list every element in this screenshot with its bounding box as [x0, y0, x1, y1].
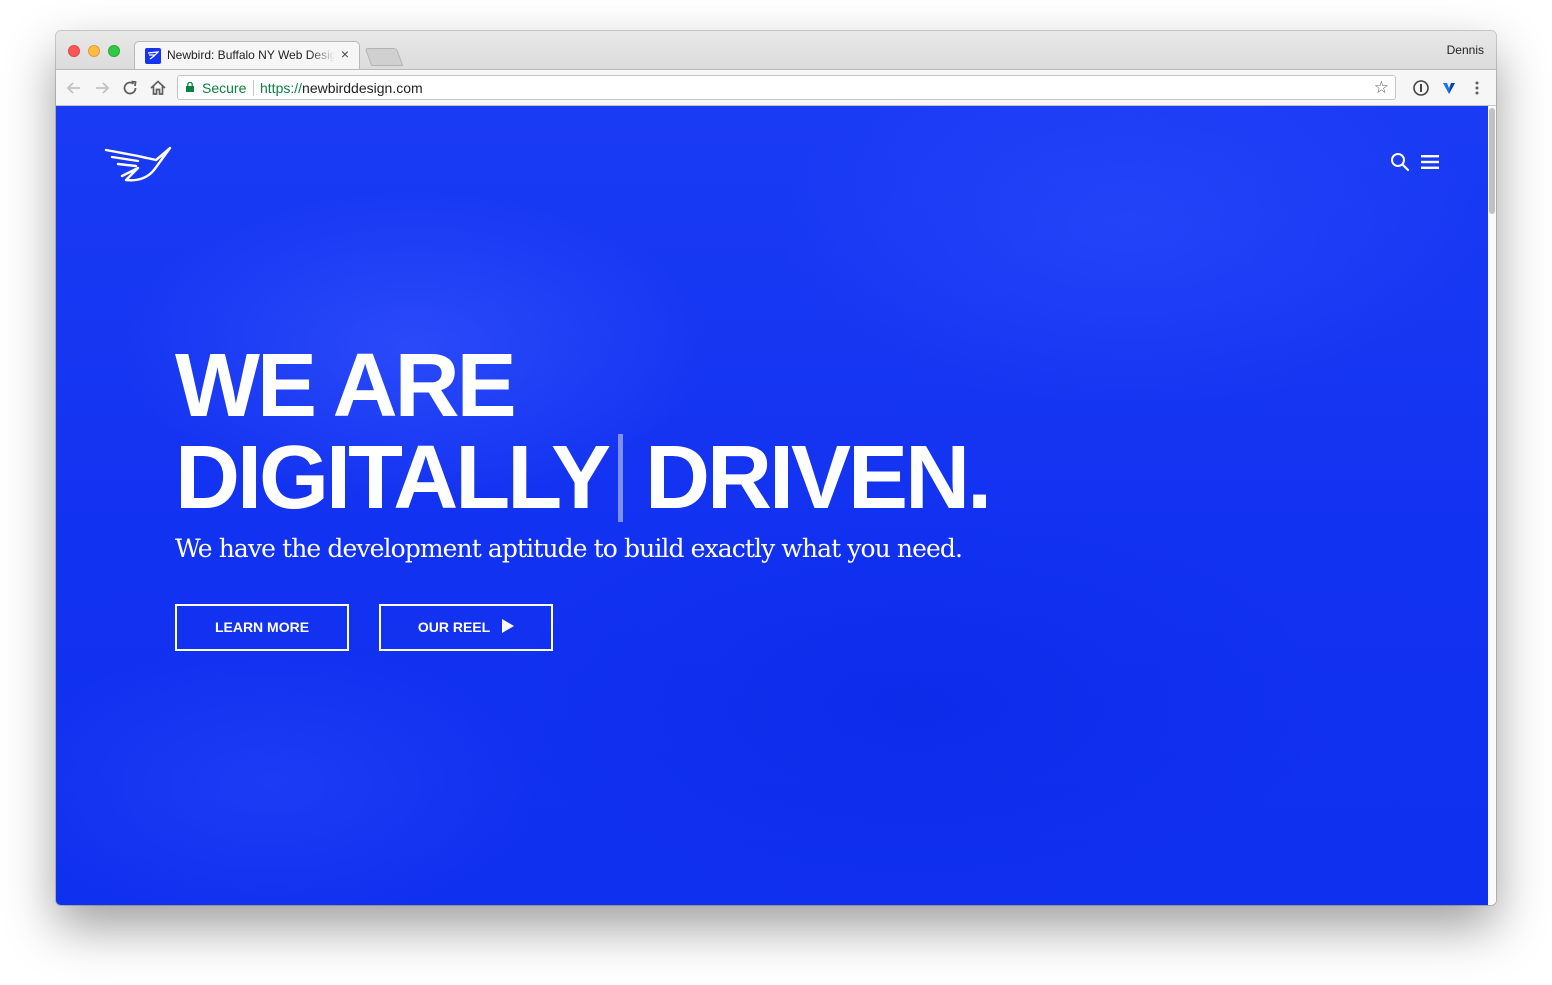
learn-more-button[interactable]: LEARN MORE: [175, 604, 349, 651]
new-tab-button[interactable]: [364, 48, 404, 66]
reload-icon[interactable]: [120, 78, 140, 98]
omnibox-divider: [253, 80, 254, 96]
title-bar: Newbird: Buffalo NY Web Design × Dennis: [56, 31, 1496, 69]
newbird-favicon-icon: [145, 48, 161, 64]
newbird-logo-icon[interactable]: [104, 144, 172, 184]
hero-headline: WE ARE DIGITALLY DRIVEN.: [175, 336, 992, 524]
bookmark-star-icon[interactable]: ☆: [1374, 78, 1389, 98]
password-manager-icon[interactable]: [1412, 79, 1430, 97]
learn-more-label: LEARN MORE: [214, 619, 310, 635]
extension-icon[interactable]: [1440, 79, 1458, 97]
home-icon[interactable]: [148, 78, 168, 98]
back-arrow-icon[interactable]: [64, 78, 84, 98]
url-host: newbirddesign.com: [302, 80, 423, 96]
more-menu-icon[interactable]: [1468, 79, 1486, 97]
tab-title: Newbird: Buffalo NY Web Design: [167, 48, 335, 62]
headline-word-driven: DRIVEN.: [645, 428, 992, 528]
forward-arrow-icon[interactable]: [92, 78, 112, 98]
typing-cursor: [618, 434, 624, 522]
search-icon[interactable]: [1390, 152, 1410, 172]
page-scrollbar[interactable]: [1488, 106, 1496, 905]
window-close-button[interactable]: [68, 45, 80, 57]
hero-subheadline: We have the development aptitude to buil…: [175, 534, 963, 563]
our-reel-label: OUR REEL: [417, 619, 491, 635]
url-text[interactable]: https://newbirddesign.com: [260, 80, 423, 96]
profile-name[interactable]: Dennis: [1447, 43, 1484, 57]
page-viewport: WE ARE DIGITALLY DRIVEN. We have the deve…: [56, 106, 1488, 905]
secure-label: Secure: [202, 80, 247, 96]
headline-word-digitally: DIGITALLY: [175, 428, 611, 528]
headline-line-1: WE ARE: [175, 336, 517, 436]
window-minimize-button[interactable]: [88, 45, 100, 57]
lock-icon: [186, 82, 194, 92]
scrollbar-thumb[interactable]: [1489, 108, 1495, 214]
hamburger-menu-icon[interactable]: [1421, 154, 1439, 170]
address-bar[interactable]: Secure https://newbirddesign.com ☆: [177, 75, 1396, 100]
play-icon: [502, 619, 515, 633]
our-reel-button[interactable]: OUR REEL: [379, 604, 553, 651]
browser-toolbar: Secure https://newbirddesign.com ☆: [56, 69, 1496, 106]
tab-close-icon[interactable]: ×: [338, 46, 352, 62]
headline-line-2: DIGITALLY DRIVEN.: [175, 432, 992, 524]
url-scheme: https://: [260, 80, 303, 96]
window-maximize-button[interactable]: [108, 45, 120, 57]
browser-window: Newbird: Buffalo NY Web Design × Dennis …: [56, 31, 1496, 905]
browser-tab-active[interactable]: Newbird: Buffalo NY Web Design ×: [134, 41, 360, 69]
